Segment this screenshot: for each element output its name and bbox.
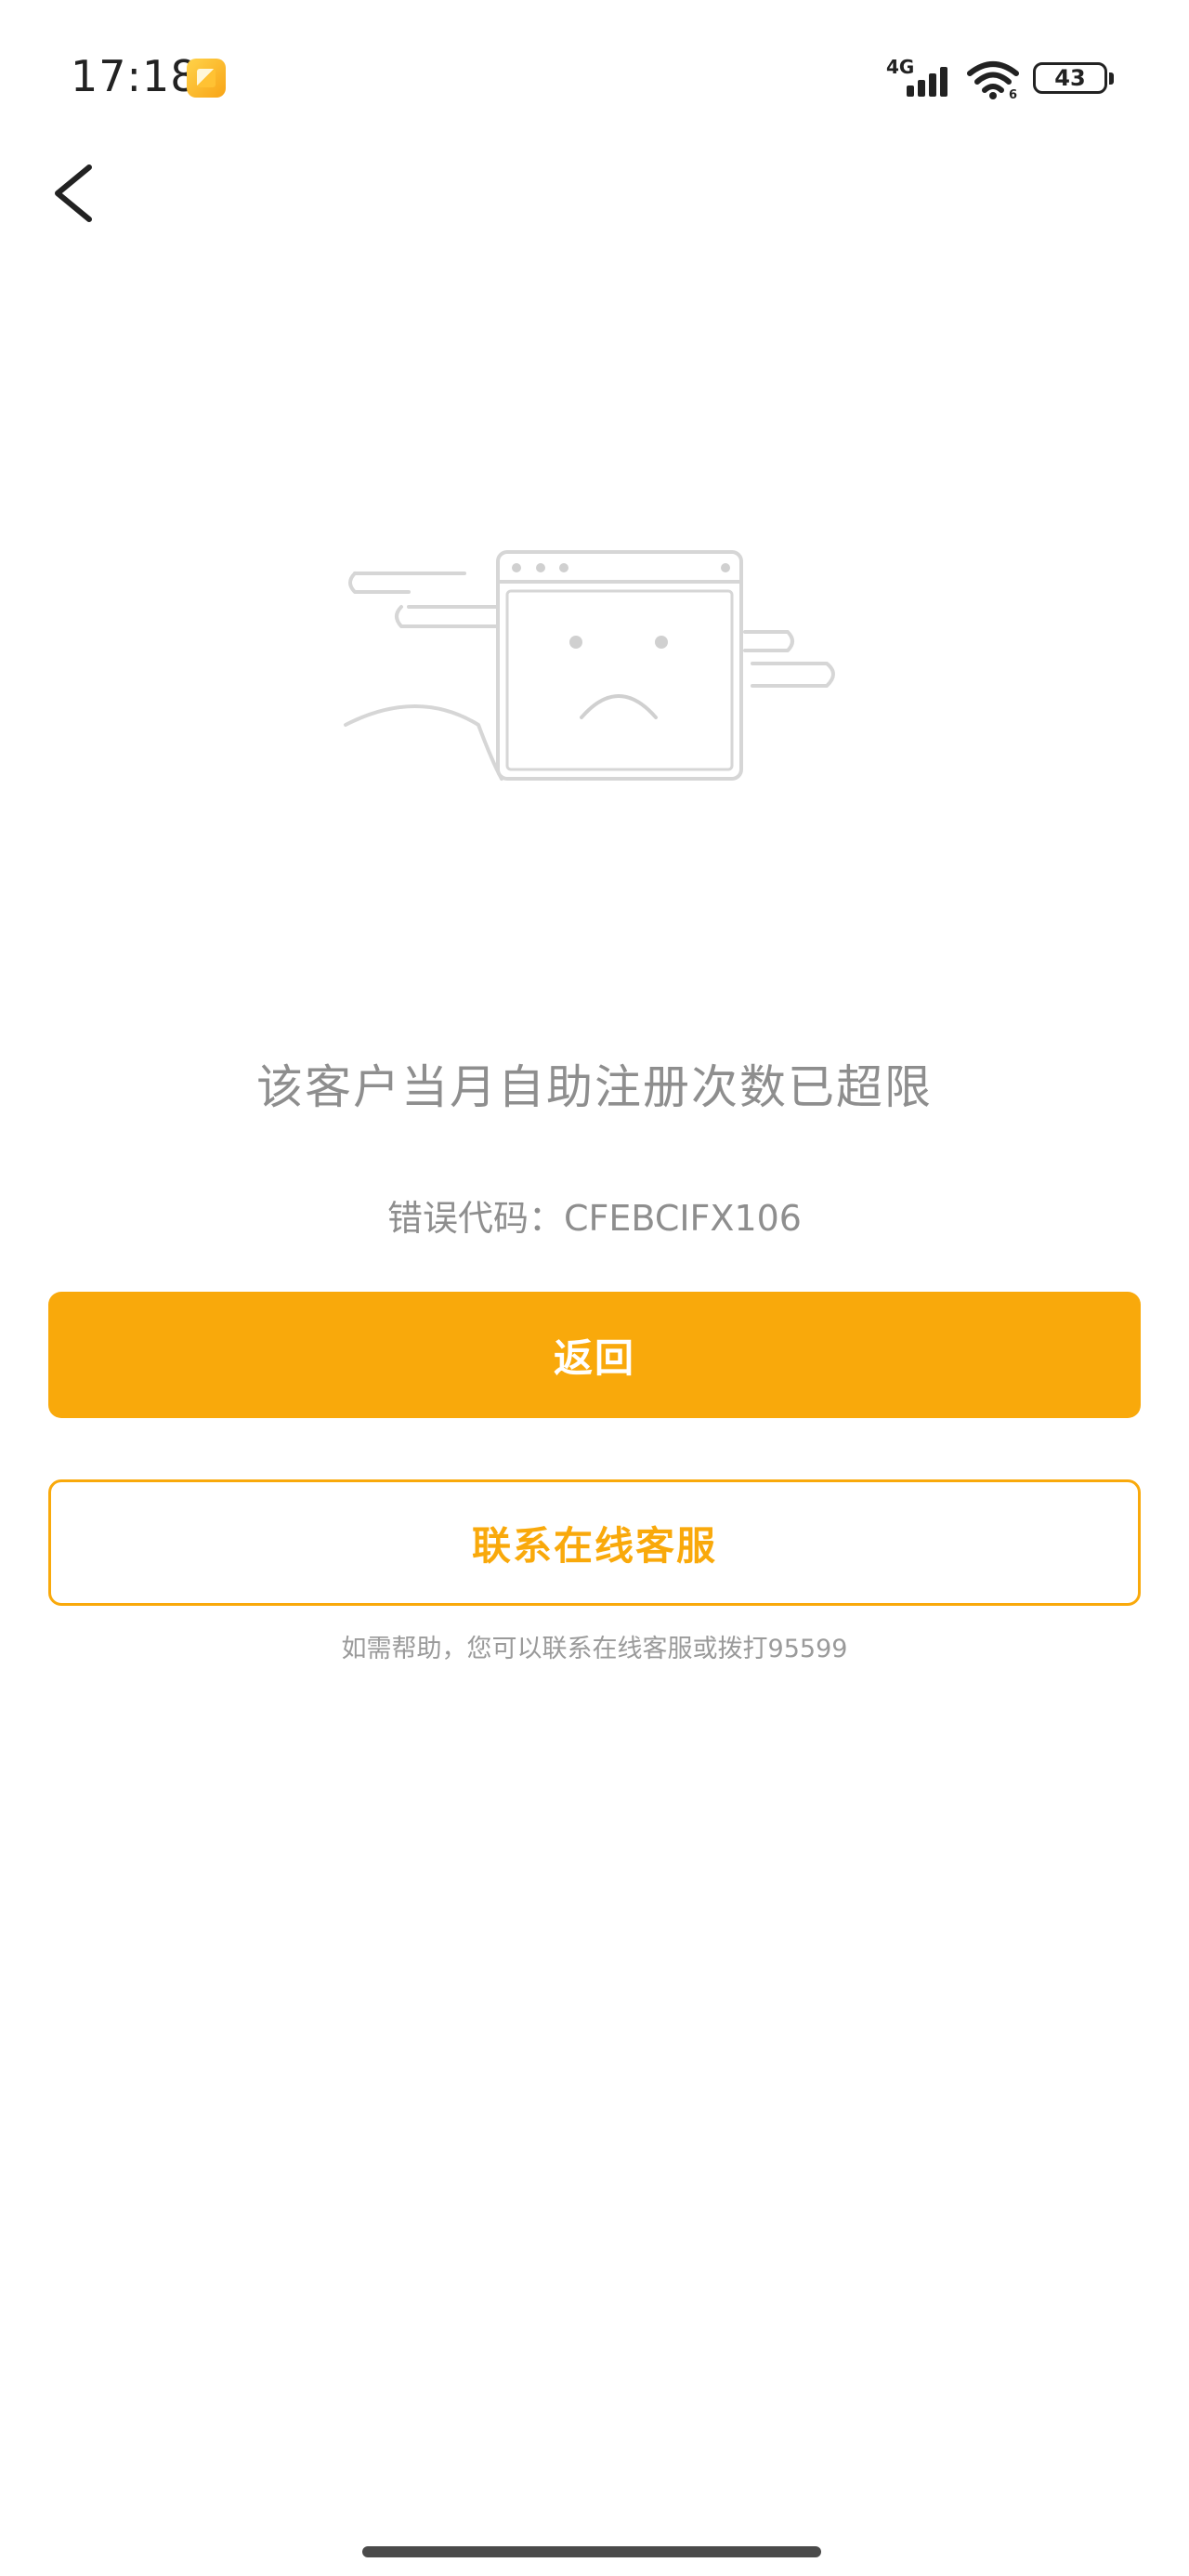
error-code: 错误代码：CFEBCIFX106 [387, 1198, 802, 1239]
back-action-button[interactable]: 返回 [48, 1292, 1141, 1418]
help-text: 如需帮助，您可以联系在线客服或拨打95599 [341, 1635, 848, 1663]
battery-indicator: 43 [1033, 62, 1107, 94]
error-message: 该客户当月自助注册次数已超限 [256, 1060, 933, 1114]
battery-level: 43 [1054, 65, 1086, 91]
status-bar: 17:18 4G 6 43 [0, 0, 1189, 158]
sad-browser-window-illustration [344, 550, 835, 781]
wifi-badge: 6 [1009, 88, 1017, 99]
contact-online-service-button[interactable]: 联系在线客服 [48, 1479, 1141, 1606]
back-button[interactable] [41, 151, 115, 234]
status-time: 17:18 [71, 51, 199, 101]
chevron-left-icon [55, 164, 92, 222]
wifi-icon: 6 [967, 61, 1019, 99]
cellular-signal-icon [903, 59, 955, 97]
battery-tip [1109, 72, 1114, 85]
home-indicator[interactable] [362, 2546, 821, 2557]
gallery-notification-icon [187, 59, 226, 98]
